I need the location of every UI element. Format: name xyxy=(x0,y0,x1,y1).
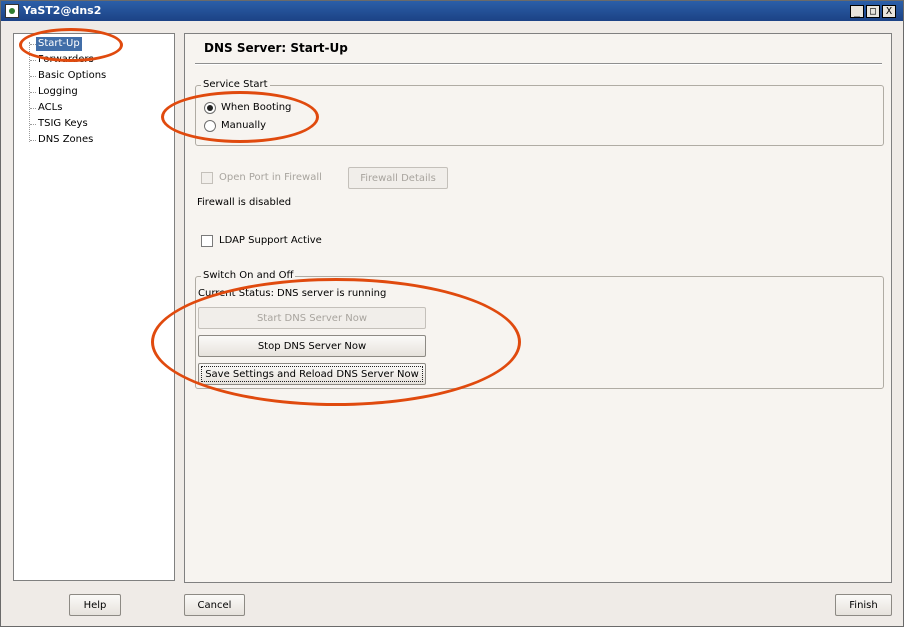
radio-manually-label[interactable]: Manually xyxy=(221,120,266,131)
firewall-details-button[interactable]: Firewall Details xyxy=(348,167,448,189)
close-button[interactable]: X xyxy=(882,5,896,18)
maximize-button[interactable]: □ xyxy=(866,5,880,18)
service-start-legend: Service Start xyxy=(201,79,270,90)
current-status-value: DNS server is running xyxy=(277,288,387,299)
stop-dns-server-button[interactable]: Stop DNS Server Now xyxy=(198,335,426,357)
minimize-button[interactable]: _ xyxy=(850,5,864,18)
open-port-firewall-label: Open Port in Firewall xyxy=(219,172,322,183)
service-start-group: Service Start When Booting Manually xyxy=(195,79,884,146)
start-dns-server-button[interactable]: Start DNS Server Now xyxy=(198,307,426,329)
tree-item-forwarders[interactable]: Forwarders xyxy=(36,53,96,67)
content-panel: DNS Server: Start-Up Service Start When … xyxy=(184,33,892,583)
window-title: YaST2@dns2 xyxy=(23,4,102,17)
current-status-label: Current Status: xyxy=(198,288,274,299)
firewall-status-text: Firewall is disabled xyxy=(197,197,292,208)
tree-item-logging[interactable]: Logging xyxy=(36,85,80,99)
tree-item-dns-zones[interactable]: DNS Zones xyxy=(36,133,95,147)
radio-manually-indicator[interactable] xyxy=(204,120,216,132)
page-title: DNS Server: Start-Up xyxy=(204,41,348,55)
radio-when-booting-indicator[interactable] xyxy=(204,102,216,114)
title-bar[interactable]: YaST2@dns2 _ □ X xyxy=(1,1,903,21)
radio-when-booting-label[interactable]: When Booting xyxy=(221,102,291,113)
title-divider xyxy=(195,63,882,65)
tree-item-tsig-keys[interactable]: TSIG Keys xyxy=(36,117,90,131)
tree-item-basic-options[interactable]: Basic Options xyxy=(36,69,108,83)
navigation-tree: Start-Up Forwarders Basic Options Loggin… xyxy=(13,33,175,581)
save-reload-dns-server-button[interactable]: Save Settings and Reload DNS Server Now xyxy=(198,363,426,385)
yast-window: YaST2@dns2 _ □ X Start-Up Forwarders Bas… xyxy=(0,0,904,627)
open-port-firewall-checkbox[interactable] xyxy=(201,172,213,184)
ldap-support-label[interactable]: LDAP Support Active xyxy=(219,235,322,246)
switch-on-off-group: Switch On and Off Current Status: DNS se… xyxy=(195,270,884,389)
switch-on-off-legend: Switch On and Off xyxy=(201,270,296,281)
cancel-button[interactable]: Cancel xyxy=(184,594,245,616)
tree-item-start-up[interactable]: Start-Up xyxy=(36,37,82,51)
ldap-support-checkbox[interactable] xyxy=(201,235,213,247)
finish-button[interactable]: Finish xyxy=(835,594,892,616)
yast-app-icon xyxy=(5,4,19,18)
help-button[interactable]: Help xyxy=(69,594,121,616)
tree-item-acls[interactable]: ACLs xyxy=(36,101,64,115)
